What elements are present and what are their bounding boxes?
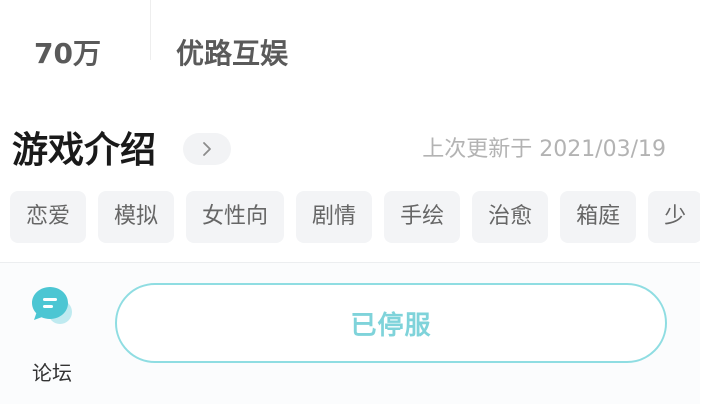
publisher-stat[interactable]: 发行 优路互娱 bbox=[176, 0, 288, 72]
tag-chip[interactable]: 剧情 bbox=[296, 191, 373, 243]
followers-label: ♡ 关注 bbox=[34, 0, 101, 2]
heart-icon: ♡ bbox=[34, 0, 52, 2]
intro-more-button[interactable] bbox=[183, 133, 231, 165]
publisher-value[interactable]: 优路互娱 bbox=[176, 32, 288, 72]
bottom-action-bar: 论坛 已停服 bbox=[0, 262, 700, 404]
publisher-label: 发行 bbox=[176, 0, 288, 2]
tag-list: 恋爱 模拟 女性向 剧情 手绘 治愈 箱庭 少 bbox=[10, 191, 700, 243]
service-stopped-button[interactable]: 已停服 bbox=[115, 283, 667, 363]
section-title: 游戏介绍 bbox=[12, 130, 157, 171]
tag-chip[interactable]: 箱庭 bbox=[560, 191, 637, 243]
forum-label: 论坛 bbox=[32, 361, 72, 385]
tag-chip[interactable]: 少 bbox=[648, 191, 700, 243]
tag-chip[interactable]: 恋爱 bbox=[10, 191, 87, 243]
game-detail-page: ♡ 关注 70万 发行 优路互娱 游戏介绍 上次更新于 2021/03/19 恋… bbox=[0, 0, 700, 404]
tag-chip[interactable]: 模拟 bbox=[98, 191, 175, 243]
chevron-right-icon bbox=[203, 142, 211, 156]
tag-chip[interactable]: 女性向 bbox=[186, 191, 285, 243]
followers-stat: ♡ 关注 70万 bbox=[34, 0, 101, 72]
tag-chip[interactable]: 治愈 bbox=[472, 191, 549, 243]
followers-value: 70万 bbox=[34, 37, 101, 70]
stats-row: ♡ 关注 70万 发行 优路互娱 bbox=[0, 0, 700, 70]
service-stopped-label: 已停服 bbox=[350, 310, 432, 341]
stats-divider bbox=[150, 0, 151, 60]
chat-bubble-icon bbox=[32, 287, 72, 324]
right-edge bbox=[700, 0, 720, 404]
tag-chip[interactable]: 手绘 bbox=[384, 191, 461, 243]
last-updated-text: 上次更新于 2021/03/19 bbox=[422, 137, 666, 162]
game-intro-header: 游戏介绍 上次更新于 2021/03/19 bbox=[0, 125, 700, 177]
